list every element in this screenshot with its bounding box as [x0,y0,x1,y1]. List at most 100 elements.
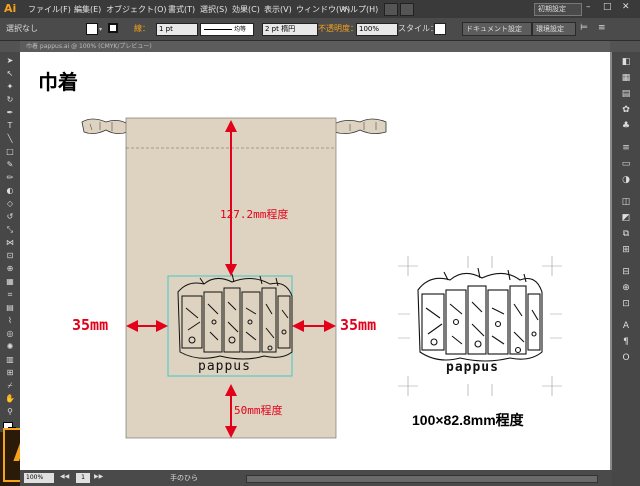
blend-tool-icon[interactable]: ◎ [5,329,15,339]
last-page-icon[interactable]: ▶▶ [94,473,103,480]
width-tool-icon[interactable]: ⋈ [5,238,15,248]
opentype-panel-icon[interactable]: O [620,352,632,364]
app-logo: Ai [4,2,17,15]
align-panel-icon[interactable]: ⊟ [620,266,632,278]
eyedropper-tool-icon[interactable]: ⌇ [5,316,15,326]
dimension-label-bottom: 50mm程度 [234,404,283,417]
graph-tool-icon[interactable]: ▥ [5,355,15,365]
stroke-swatch[interactable] [108,23,118,33]
brush-select[interactable]: 2 pt 楕円 [262,23,318,36]
selection-tool-icon[interactable]: ➤ [5,56,15,66]
close-icon[interactable]: ✕ [622,2,630,12]
dimension-label-right: 35mm [340,316,377,334]
stroke-weight-field[interactable]: 1 pt [156,23,198,36]
eraser-tool-icon[interactable]: ◇ [5,199,15,209]
artwork-svg [81,117,562,439]
perspective-grid-tool-icon[interactable]: ▦ [5,277,15,287]
stroke-profile-line [204,29,232,30]
menu-bar: Ai ファイル(F) 編集(E) オブジェクト(O) 書式(T) 選択(S) 効… [0,0,640,18]
document-setup-button[interactable]: ドキュメント設定 [462,22,532,36]
style-swatch[interactable] [434,23,446,35]
magic-wand-tool-icon[interactable]: ✦ [5,82,15,92]
document-tab[interactable]: 巾着 pappus.ai @ 100% (CMYK/プレビュー) [20,41,610,52]
dimension-label-left: 35mm [72,316,109,334]
horizontal-scrollbar[interactable] [246,475,598,483]
brushes-panel-icon[interactable]: ✿ [620,104,632,116]
scale-tool-icon[interactable]: ⤡ [5,225,15,235]
gradient-panel-icon[interactable]: ▭ [620,158,632,170]
rectangle-tool-icon[interactable]: □ [5,147,15,157]
blob-brush-tool-icon[interactable]: ◐ [5,186,15,196]
preferences-button[interactable]: 環境設定 [532,22,576,36]
page-field[interactable]: 1 [76,473,90,483]
paragraph-panel-icon[interactable]: ¶ [620,336,632,348]
workspace-switcher[interactable]: 初期設定 [534,3,582,16]
symbol-sprayer-tool-icon[interactable]: ✺ [5,342,15,352]
transparency-panel-icon[interactable]: ◑ [620,174,632,186]
pathfinder-panel-icon[interactable]: ⊕ [620,282,632,294]
free-transform-tool-icon[interactable]: ⊡ [5,251,15,261]
panel-dock: ◧ ▦ ▤ ✿ ♣ ≡ ▭ ◑ ◫ ◩ ⧉ ⊞ ⊟ ⊕ ⊡ A ¶ O [612,52,640,486]
drawstring-right [333,118,387,134]
pencil-tool-icon[interactable]: ✏ [5,173,15,183]
layers-panel-icon[interactable]: ⧉ [620,228,632,240]
maximize-icon[interactable]: □ [603,2,612,12]
pen-tool-icon[interactable]: ✒ [5,108,15,118]
stroke-panel-icon[interactable]: ≡ [620,142,632,154]
zoom-tool-icon[interactable]: ⚲ [5,407,15,417]
align-icon[interactable]: ⊨ [580,23,588,33]
dimension-label-top: 127.2mm程度 [220,208,289,221]
direct-selection-tool-icon[interactable]: ↖ [5,69,15,79]
type-tool-icon[interactable]: T [5,121,15,131]
drawstring-left [81,118,129,134]
hand-tool-icon[interactable]: ✋ [5,394,15,404]
bridge-icon[interactable] [384,3,398,16]
paintbrush-tool-icon[interactable]: ✎ [5,160,15,170]
current-tool-status: 手のひら [170,474,198,482]
status-bar: 100% ◀◀ 1 ▶▶ 手のひら [20,470,612,486]
first-page-icon[interactable]: ◀◀ [60,473,69,480]
menu-effect[interactable]: 効果(C) [232,4,260,15]
appearance-panel-icon[interactable]: ◫ [620,196,632,208]
zoom-field[interactable]: 100% [24,473,54,483]
shape-builder-tool-icon[interactable]: ⊕ [5,264,15,274]
artboard-tool-icon[interactable]: ⊞ [5,368,15,378]
graphic-styles-panel-icon[interactable]: ◩ [620,212,632,224]
fill-swatch[interactable] [86,23,98,35]
slice-tool-icon[interactable]: ⌿ [5,381,15,391]
menu-file[interactable]: ファイル(F) [28,4,71,15]
menu-type[interactable]: 書式(T) [168,4,195,15]
color-guide-icon[interactable]: ▦ [620,72,632,84]
menu-select[interactable]: 選択(S) [200,4,227,15]
arrange-documents-icon[interactable] [400,3,414,16]
line-tool-icon[interactable]: ╲ [5,134,15,144]
preview-illustration [417,267,543,362]
control-bar: 選択なし ▾ 線： 1 pt 均等 2 pt 楕円 不透明度： 100% スタイ… [0,18,640,41]
logo-text: pappus [198,359,251,374]
artboards-panel-icon[interactable]: ⊞ [620,244,632,256]
rotate-tool-icon[interactable]: ↺ [5,212,15,222]
chevron-down-icon[interactable]: ▾ [99,26,102,33]
swatches-panel-icon[interactable]: ▤ [620,88,632,100]
stroke-profile-select[interactable]: 均等 [200,23,254,36]
transform-panel-icon[interactable]: ⊡ [620,298,632,310]
tools-panel: ➤ ↖ ✦ ↻ ✒ T ╲ □ ✎ ✏ ◐ ◇ ↺ ⤡ ⋈ ⊡ ⊕ ▦ ⌗ ▤ … [0,52,20,435]
opacity-label[interactable]: 不透明度： [318,23,358,35]
stroke-profile-label: 均等 [234,26,247,33]
mesh-tool-icon[interactable]: ⌗ [5,290,15,300]
menu-edit[interactable]: 編集(E) [74,4,101,15]
panel-menu-icon[interactable]: ≡ [598,23,606,33]
opacity-field[interactable]: 100% [356,23,398,36]
menu-view[interactable]: 表示(V) [264,4,292,15]
stroke-label[interactable]: 線： [134,23,150,35]
gradient-tool-icon[interactable]: ▤ [5,303,15,313]
lasso-tool-icon[interactable]: ↻ [5,95,15,105]
minimize-icon[interactable]: – [586,2,591,12]
symbols-panel-icon[interactable]: ♣ [620,120,632,132]
color-panel-icon[interactable]: ◧ [620,56,632,68]
menu-help[interactable]: ヘルプ(H) [342,4,378,15]
menu-object[interactable]: オブジェクト(O) [106,4,167,15]
character-panel-icon[interactable]: A [620,320,632,332]
artboard-canvas[interactable]: 巾着 127.2mm程度 50mm程度 35mm 35mm pappus pap… [20,52,610,470]
selection-status: 選択なし [6,24,38,33]
